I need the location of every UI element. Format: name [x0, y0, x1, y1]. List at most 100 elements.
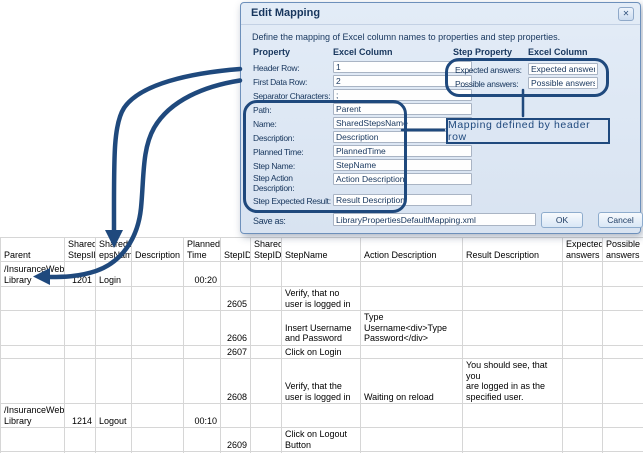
sheet-cell[interactable]: 00:10 [184, 404, 221, 428]
sheet-cell[interactable] [603, 345, 643, 359]
sheet-cell[interactable]: Verify, that no user is logged in [282, 287, 361, 311]
sheet-cell[interactable] [251, 404, 282, 428]
column-header-cell[interactable]: Shared StepID [251, 238, 282, 262]
sheet-cell[interactable]: 00:20 [184, 262, 221, 287]
sheet-cell[interactable] [603, 287, 643, 311]
column-header-cell[interactable]: StepID [221, 238, 251, 262]
step-expected-result-input[interactable] [333, 194, 472, 206]
sheet-cell[interactable] [221, 404, 251, 428]
sheet-cell[interactable]: Type Username<div>Type Password</div> [361, 311, 463, 346]
column-header-cell[interactable]: Expected answers [563, 238, 603, 262]
sheet-cell[interactable] [96, 345, 132, 359]
column-header-cell[interactable]: Possible answers [603, 238, 643, 262]
sheet-cell[interactable]: 2608 [221, 359, 251, 404]
sheet-cell[interactable] [463, 345, 563, 359]
sheet-cell[interactable] [251, 311, 282, 346]
sheet-cell[interactable]: 2609 [221, 428, 251, 452]
sheet-cell[interactable] [132, 311, 184, 346]
sheet-cell[interactable]: /InsuranceWeb Library [1, 404, 65, 428]
sheet-cell[interactable] [184, 359, 221, 404]
sheet-cell[interactable] [361, 404, 463, 428]
sheet-cell[interactable] [65, 359, 96, 404]
sheet-cell[interactable] [251, 428, 282, 452]
sheet-cell[interactable] [184, 287, 221, 311]
sheet-cell[interactable] [603, 311, 643, 346]
sheet-cell[interactable]: 2605 [221, 287, 251, 311]
dialog-titlebar[interactable]: Edit Mapping ✕ [241, 3, 640, 25]
sheet-cell[interactable]: Logout [96, 404, 132, 428]
sheet-cell[interactable] [1, 428, 65, 452]
sheet-cell[interactable]: You should see, that you are logged in a… [463, 359, 563, 404]
separator-characters-input[interactable] [333, 89, 472, 101]
sheet-cell[interactable] [563, 404, 603, 428]
sheet-cell[interactable]: Click on Login [282, 345, 361, 359]
sheet-cell[interactable] [132, 428, 184, 452]
sheet-cell[interactable] [603, 359, 643, 404]
column-header-cell[interactable]: SharedSt epsName [96, 238, 132, 262]
sheet-cell[interactable] [251, 287, 282, 311]
column-header-cell[interactable]: Shared StepsID [65, 238, 96, 262]
sheet-cell[interactable] [603, 428, 643, 452]
sheet-cell[interactable] [132, 359, 184, 404]
sheet-cell[interactable] [563, 311, 603, 346]
header-row-input[interactable] [333, 61, 472, 73]
sheet-cell[interactable] [463, 404, 563, 428]
sheet-cell[interactable]: Login [96, 262, 132, 287]
column-header-cell[interactable]: Action Description [361, 238, 463, 262]
sheet-cell[interactable] [603, 262, 643, 287]
sheet-cell[interactable] [361, 262, 463, 287]
expected-answers-input[interactable] [528, 63, 598, 75]
sheet-cell[interactable] [96, 428, 132, 452]
path-input[interactable] [333, 103, 472, 115]
ok-button[interactable]: OK [541, 212, 583, 228]
step-name-input[interactable] [333, 159, 472, 171]
sheet-cell[interactable] [563, 359, 603, 404]
sheet-cell[interactable] [1, 311, 65, 346]
sheet-cell[interactable] [221, 262, 251, 287]
close-button[interactable]: ✕ [618, 7, 634, 21]
sheet-cell[interactable]: Verify, that the user is logged in [282, 359, 361, 404]
sheet-cell[interactable] [563, 428, 603, 452]
sheet-cell[interactable] [96, 359, 132, 404]
sheet-cell[interactable]: Insert Username and Password [282, 311, 361, 346]
sheet-cell[interactable] [65, 428, 96, 452]
sheet-cell[interactable] [361, 428, 463, 452]
sheet-cell[interactable] [132, 262, 184, 287]
sheet-cell[interactable] [282, 404, 361, 428]
sheet-cell[interactable]: 2607 [221, 345, 251, 359]
sheet-cell[interactable]: 2606 [221, 311, 251, 346]
sheet-cell[interactable] [463, 311, 563, 346]
sheet-cell[interactable] [65, 287, 96, 311]
sheet-cell[interactable] [184, 311, 221, 346]
step-action-description-input[interactable] [333, 173, 472, 185]
planned-time-input[interactable] [333, 145, 472, 157]
sheet-cell[interactable] [563, 345, 603, 359]
sheet-cell[interactable] [65, 311, 96, 346]
sheet-cell[interactable] [251, 359, 282, 404]
sheet-cell[interactable] [1, 287, 65, 311]
sheet-cell[interactable]: Waiting on reload [361, 359, 463, 404]
cancel-button[interactable]: Cancel [598, 212, 643, 228]
sheet-cell[interactable] [251, 345, 282, 359]
sheet-cell[interactable] [563, 262, 603, 287]
sheet-cell[interactable] [563, 287, 603, 311]
sheet-cell[interactable] [251, 262, 282, 287]
sheet-cell[interactable] [463, 428, 563, 452]
sheet-cell[interactable] [96, 287, 132, 311]
sheet-cell[interactable] [463, 262, 563, 287]
sheet-cell[interactable] [1, 359, 65, 404]
sheet-cell[interactable] [132, 287, 184, 311]
sheet-cell[interactable] [184, 428, 221, 452]
sheet-cell[interactable] [132, 404, 184, 428]
column-header-cell[interactable]: Parent [1, 238, 65, 262]
sheet-cell[interactable] [132, 345, 184, 359]
sheet-cell[interactable] [96, 311, 132, 346]
sheet-cell[interactable] [65, 345, 96, 359]
save-as-input[interactable] [333, 213, 536, 226]
sheet-cell[interactable] [361, 345, 463, 359]
sheet-cell[interactable] [1, 345, 65, 359]
sheet-cell[interactable] [184, 345, 221, 359]
sheet-cell[interactable] [282, 262, 361, 287]
column-header-cell[interactable]: StepName [282, 238, 361, 262]
first-data-row-input[interactable] [333, 75, 472, 87]
